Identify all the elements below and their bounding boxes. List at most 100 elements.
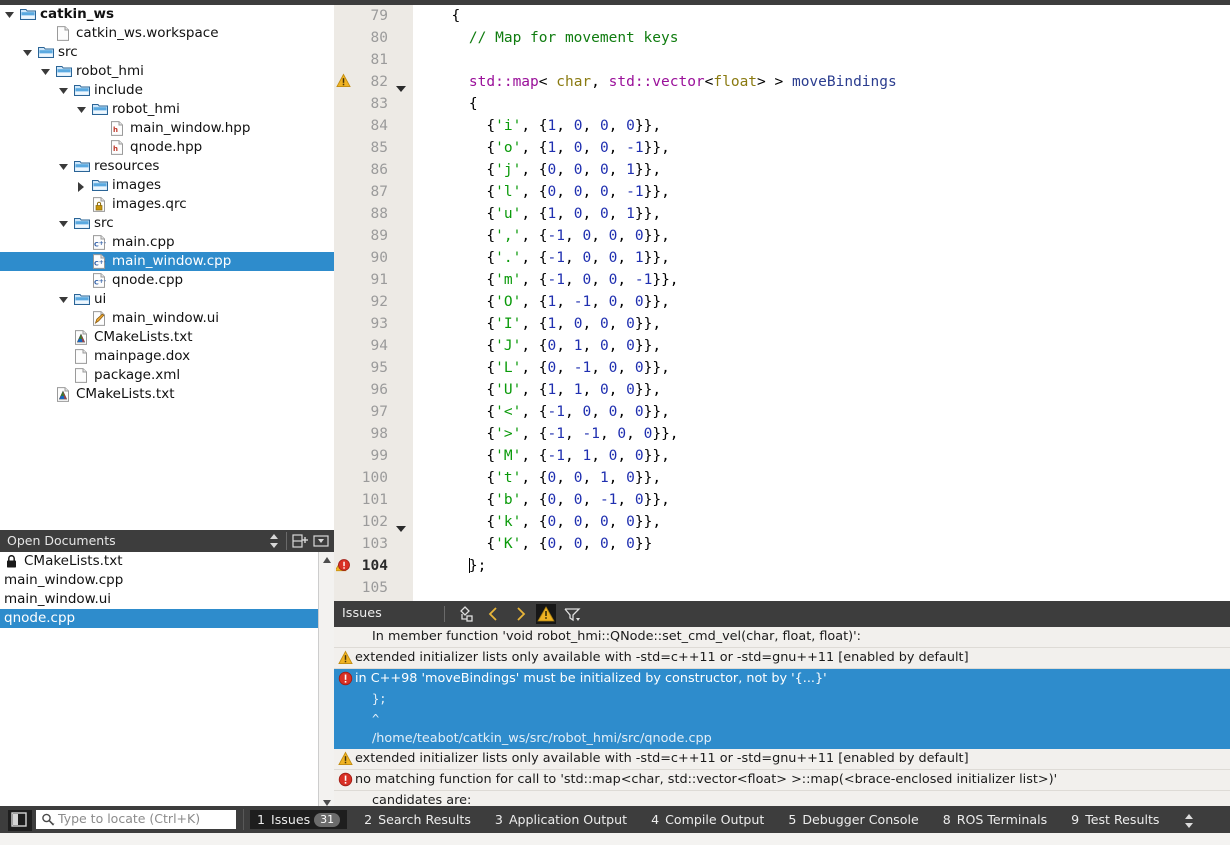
output-tab-issues[interactable]: 1 Issues 31 — [250, 810, 348, 829]
issue-row[interactable]: /home/teabot/catkin_ws/src/robot_hmi/src… — [334, 729, 1230, 749]
code-line[interactable]: {'>', {-1, -1, 0, 0}}, — [413, 423, 1230, 445]
tree-item-images[interactable]: images — [0, 176, 334, 195]
code-line[interactable]: }; — [413, 555, 1230, 577]
gutter-line[interactable]: 79 — [334, 5, 413, 27]
gutter-line[interactable]: 104 — [334, 555, 413, 577]
code-line[interactable]: // Map for movement keys — [413, 27, 1230, 49]
gutter-line[interactable]: 86 — [334, 159, 413, 181]
gutter-line[interactable]: 87 — [334, 181, 413, 203]
tree-item-resources[interactable]: resources — [0, 157, 334, 176]
gutter-line[interactable]: 102 — [334, 511, 413, 533]
tree-item-ui[interactable]: ui — [0, 290, 334, 309]
tree-item-main-window-ui[interactable]: main_window.ui — [0, 309, 334, 328]
code-line[interactable]: {'j', {0, 0, 0, 1}}, — [413, 159, 1230, 181]
gutter-line[interactable]: 88 — [334, 203, 413, 225]
tree-item-catkin-ws-workspace[interactable]: catkin_ws.workspace — [0, 24, 334, 43]
chevron-down-icon[interactable] — [76, 100, 88, 119]
sidebar-toggle-button[interactable] — [8, 810, 32, 831]
open-document-item[interactable]: qnode.cpp — [0, 609, 318, 628]
tree-item-robot-hmi[interactable]: robot_hmi — [0, 100, 334, 119]
issue-row[interactable]: no matching function for call to 'std::m… — [334, 770, 1230, 791]
output-tab-search-results[interactable]: 2 Search Results — [357, 810, 478, 829]
open-documents-list[interactable]: CMakeLists.txt main_window.cpp main_window… — [0, 552, 318, 811]
code-line[interactable] — [413, 577, 1230, 599]
code-editor[interactable]: 79 80 81 82 83 84 85 86 87 88 89 90 91 92 93 94 95 96 97 98… — [334, 5, 1230, 601]
sort-button[interactable] — [268, 533, 280, 553]
issue-row[interactable]: in C++98 'moveBindings' must be initiali… — [334, 669, 1230, 689]
gutter-line[interactable]: 89 — [334, 225, 413, 247]
expand-output-button[interactable] — [1182, 813, 1196, 833]
code-line[interactable]: {'l', {0, 0, 0, -1}}, — [413, 181, 1230, 203]
gutter-line[interactable]: 105 — [334, 577, 413, 599]
chevron-down-icon[interactable] — [58, 157, 70, 176]
clear-issues-button[interactable] — [456, 604, 476, 624]
tree-item-package-xml[interactable]: package.xml — [0, 366, 334, 385]
code-line[interactable]: {'.', {-1, 0, 0, 1}}, — [413, 247, 1230, 269]
issues-list[interactable]: In member function 'void robot_hmi::QNod… — [334, 627, 1230, 806]
open-documents-scrollbar[interactable] — [318, 552, 335, 811]
code-line[interactable]: {'k', {0, 0, 0, 0}}, — [413, 511, 1230, 533]
gutter-line[interactable]: 94 — [334, 335, 413, 357]
gutter-line[interactable]: 85 — [334, 137, 413, 159]
project-tree[interactable]: catkin_ws catkin_ws.workspacesrc robot_hmi… — [0, 5, 334, 530]
tree-item-catkin-ws[interactable]: catkin_ws — [0, 5, 334, 24]
code-line[interactable]: {'u', {1, 0, 0, 1}}, — [413, 203, 1230, 225]
output-tab-test-results[interactable]: 9 Test Results — [1064, 810, 1166, 829]
code-line[interactable]: {'<', {-1, 0, 0, 0}}, — [413, 401, 1230, 423]
gutter-line[interactable]: 97 — [334, 401, 413, 423]
gutter-line[interactable]: 81 — [334, 49, 413, 71]
editor-code-area[interactable]: { // Map for movement keys std::map< cha… — [413, 5, 1230, 601]
split-add-button[interactable] — [292, 533, 309, 553]
chevron-down-icon[interactable] — [4, 5, 16, 24]
tree-item-qnode-hpp[interactable]: h qnode.hpp — [0, 138, 334, 157]
chevron-down-icon[interactable] — [22, 43, 34, 62]
issue-row[interactable]: extended initializer lists only availabl… — [334, 648, 1230, 669]
code-line[interactable]: std::map< char, std::vector<float> > mov… — [413, 71, 1230, 93]
warning-icon[interactable] — [336, 73, 351, 95]
tree-item-robot-hmi[interactable]: robot_hmi — [0, 62, 334, 81]
code-line[interactable]: {'J', {0, 1, 0, 0}}, — [413, 335, 1230, 357]
code-line[interactable]: { — [413, 5, 1230, 27]
tree-item-src[interactable]: src — [0, 214, 334, 233]
chevron-right-icon[interactable] — [76, 176, 88, 195]
code-line[interactable]: {'I', {1, 0, 0, 0}}, — [413, 313, 1230, 335]
tree-item-mainpage-dox[interactable]: mainpage.dox — [0, 347, 334, 366]
gutter-line[interactable]: 93 — [334, 313, 413, 335]
code-line[interactable]: {'L', {0, -1, 0, 0}}, — [413, 357, 1230, 379]
gutter-line[interactable]: 98 — [334, 423, 413, 445]
code-line[interactable]: {'i', {1, 0, 0, 0}}, — [413, 115, 1230, 137]
gutter-line[interactable]: 80 — [334, 27, 413, 49]
gutter-line[interactable]: 100 — [334, 467, 413, 489]
scroll-up-arrow[interactable] — [319, 552, 335, 568]
code-line[interactable]: {'U', {1, 1, 0, 0}}, — [413, 379, 1230, 401]
gutter-line[interactable]: 101 — [334, 489, 413, 511]
open-document-item[interactable]: main_window.cpp — [0, 571, 318, 590]
gutter-line[interactable]: 103 — [334, 533, 413, 555]
gutter-line[interactable]: 92 — [334, 291, 413, 313]
issue-row[interactable]: ^ — [334, 709, 1230, 729]
chevron-down-icon[interactable] — [58, 81, 70, 100]
previous-issue-button[interactable] — [484, 604, 504, 624]
code-line[interactable]: {'m', {-1, 0, 0, -1}}, — [413, 269, 1230, 291]
code-line[interactable]: {'O', {1, -1, 0, 0}}, — [413, 291, 1230, 313]
tree-item-main-window-hpp[interactable]: h main_window.hpp — [0, 119, 334, 138]
gutter-line[interactable]: 90 — [334, 247, 413, 269]
tree-item-cmakelists-txt[interactable]: CMakeLists.txt — [0, 385, 334, 404]
tree-item-images-qrc[interactable]: images.qrc — [0, 195, 334, 214]
issue-row[interactable]: extended initializer lists only availabl… — [334, 749, 1230, 770]
tree-item-main-cpp[interactable]: C++main.cpp — [0, 233, 334, 252]
output-tab-debugger-console[interactable]: 5 Debugger Console — [781, 810, 925, 829]
open-document-item[interactable]: CMakeLists.txt — [0, 552, 318, 571]
issue-row[interactable]: candidates are: — [334, 791, 1230, 806]
code-line[interactable]: {',', {-1, 0, 0, 0}}, — [413, 225, 1230, 247]
code-line[interactable]: {'o', {1, 0, 0, -1}}, — [413, 137, 1230, 159]
gutter-line[interactable]: 95 — [334, 357, 413, 379]
gutter-line[interactable]: 82 — [334, 71, 413, 93]
tree-item-include[interactable]: include — [0, 81, 334, 100]
code-line[interactable] — [413, 49, 1230, 71]
filter-button[interactable] — [562, 604, 582, 624]
editor-gutter[interactable]: 79 80 81 82 83 84 85 86 87 88 89 90 91 92 93 94 95 96 97 98… — [334, 5, 413, 601]
chevron-down-icon[interactable] — [58, 290, 70, 309]
code-line[interactable]: { — [413, 93, 1230, 115]
chevron-down-icon[interactable] — [58, 214, 70, 233]
